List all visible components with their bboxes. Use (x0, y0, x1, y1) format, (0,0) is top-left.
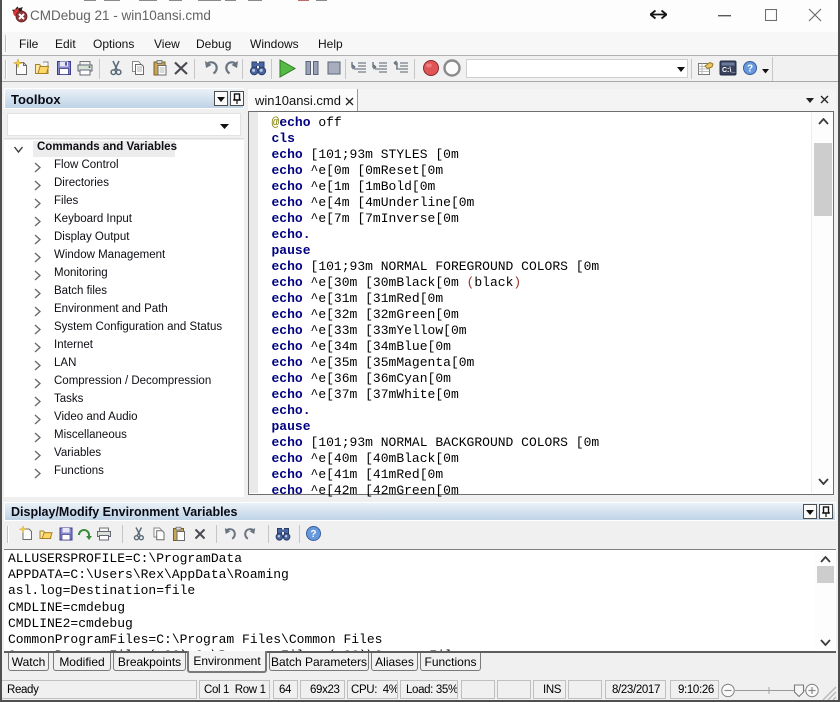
svg-text:?: ? (310, 529, 316, 540)
svg-text:?: ? (747, 64, 753, 75)
svg-text:C:\_: C:\_ (722, 67, 735, 74)
